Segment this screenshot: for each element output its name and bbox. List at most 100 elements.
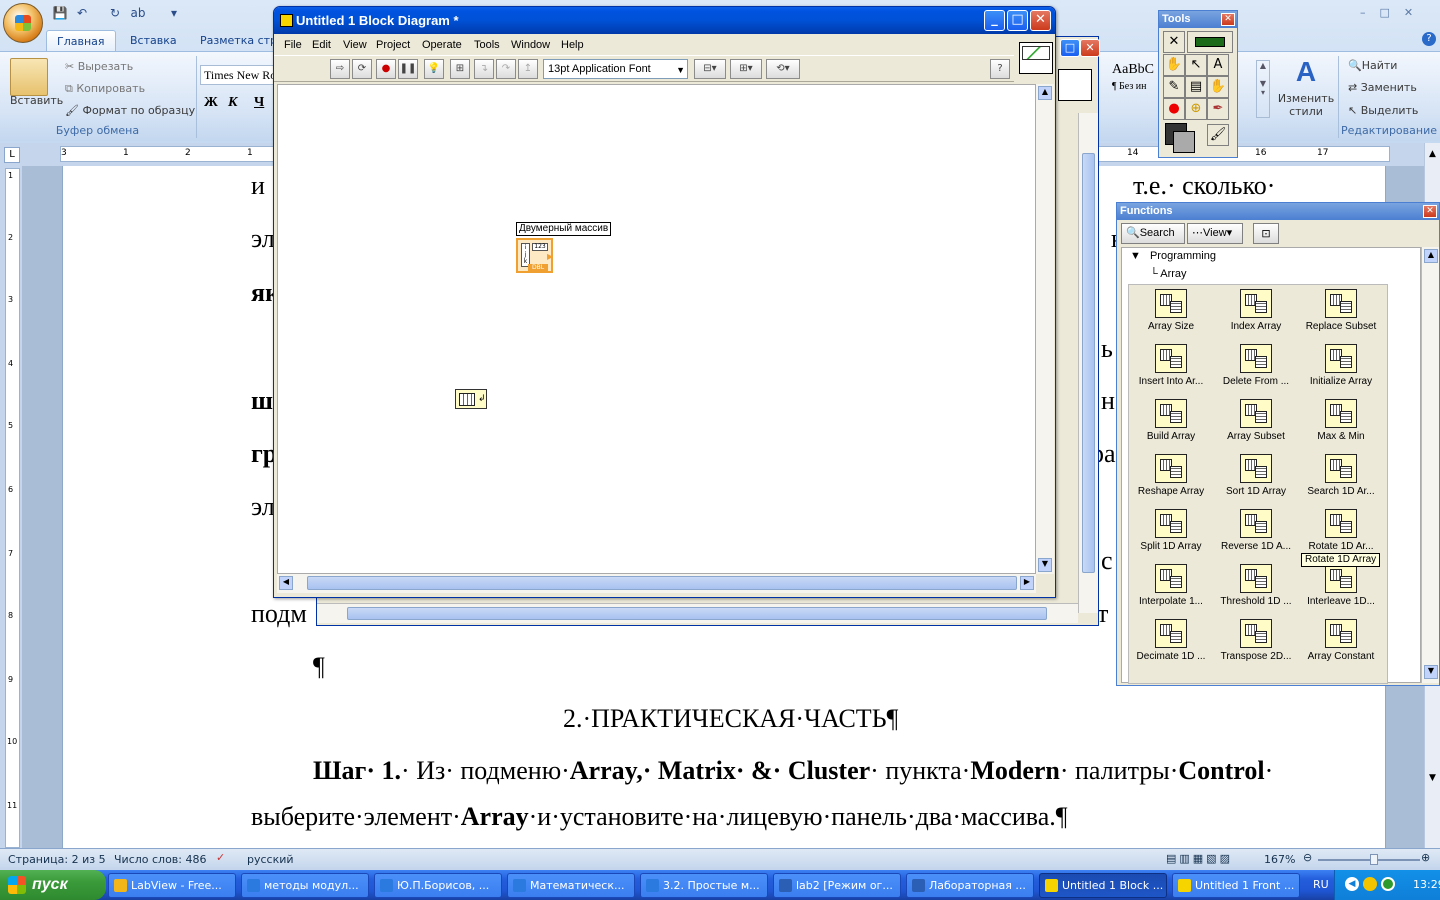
align-objects-icon[interactable]: ⊟▾: [694, 59, 726, 79]
function-item[interactable]: Search 1D Ar...: [1299, 450, 1383, 505]
scroll-thumb[interactable]: [307, 576, 1017, 590]
function-item[interactable]: Array Constant: [1299, 615, 1383, 670]
scroll-up-icon[interactable]: ▲: [1426, 149, 1439, 163]
tree-array[interactable]: └ Array: [1150, 268, 1187, 280]
function-item[interactable]: Array Size: [1129, 285, 1213, 340]
wiring-tool-icon[interactable]: ✎: [1163, 76, 1185, 98]
zoom-thumb[interactable]: [1370, 854, 1378, 865]
function-item[interactable]: Interpolate 1...: [1129, 560, 1213, 615]
function-item[interactable]: Insert Into Ar...: [1129, 340, 1213, 395]
undo-icon[interactable]: ↶: [74, 5, 90, 21]
probe-icon[interactable]: ⊕: [1185, 98, 1207, 120]
menu-edit[interactable]: Edit: [308, 35, 335, 55]
function-item[interactable]: Reverse 1D A...: [1214, 505, 1298, 560]
save-icon[interactable]: 💾: [52, 5, 68, 21]
function-item[interactable]: Build Array: [1129, 395, 1213, 450]
font-name-box[interactable]: Times New Ro: [200, 65, 276, 85]
close-icon[interactable]: ✕: [1080, 39, 1100, 57]
clock[interactable]: 13:29: [1413, 878, 1440, 891]
scroll-up-icon[interactable]: ▲: [1038, 86, 1052, 100]
maximize-icon[interactable]: □: [1060, 39, 1080, 57]
language-indicator[interactable]: RU: [1313, 878, 1329, 891]
array-terminal[interactable]: ijk 123 DBL ▶: [516, 238, 553, 273]
view-button[interactable]: ⋯View▾: [1187, 223, 1243, 244]
zoom-level[interactable]: 167%: [1264, 853, 1295, 866]
function-item[interactable]: Transpose 2D...: [1214, 615, 1298, 670]
front-panel-hscroll[interactable]: [317, 603, 1078, 623]
minimize-button[interactable]: _: [984, 10, 1005, 31]
page-count[interactable]: Страница: 2 из 5: [8, 853, 106, 866]
maximize-button[interactable]: □: [1007, 10, 1028, 31]
auto-select-indicator[interactable]: [1187, 31, 1233, 53]
function-item[interactable]: Split 1D Array: [1129, 505, 1213, 560]
tab-home[interactable]: Главная: [46, 30, 116, 52]
word-count[interactable]: Число слов: 486: [114, 853, 207, 866]
zoom-out-icon[interactable]: ⊖: [1303, 851, 1312, 864]
function-item[interactable]: Max & Min: [1299, 395, 1383, 450]
function-item[interactable]: Index Array: [1214, 285, 1298, 340]
function-item[interactable]: Array Subset: [1214, 395, 1298, 450]
menu-tools[interactable]: Tools: [470, 35, 504, 55]
select-button[interactable]: ↖ Выделить: [1348, 104, 1418, 117]
taskbar-button[interactable]: методы модул...: [241, 873, 369, 898]
run-arrow-icon[interactable]: ⇨: [330, 59, 350, 79]
block-diagram-window[interactable]: Untitled 1 Block Diagram * _ □ ✕ File Ed…: [273, 6, 1056, 598]
highlight-execution-icon[interactable]: 💡: [424, 59, 444, 79]
redo-icon[interactable]: ↻: [107, 5, 123, 21]
scroll-thumb[interactable]: [1082, 153, 1095, 573]
search-button[interactable]: 🔍Search: [1121, 223, 1185, 244]
scroll-thumb[interactable]: [347, 607, 1047, 620]
scroll-right-icon[interactable]: ▶: [1020, 576, 1034, 590]
functions-palette[interactable]: Functions ✕ 🔍Search ⋯View▾ ⊡ ▼ Programmi…: [1116, 202, 1440, 686]
window-titlebar[interactable]: Untitled 1 Block Diagram *: [274, 7, 1055, 34]
scroll-down-icon[interactable]: ▼: [1424, 665, 1438, 679]
scroll-down-icon[interactable]: ▼: [1038, 558, 1052, 572]
tab-insert[interactable]: Вставка: [120, 30, 187, 52]
pause-icon[interactable]: ❚❚: [398, 59, 418, 79]
taskbar-button[interactable]: Математическ...: [507, 873, 635, 898]
function-item[interactable]: Threshold 1D ...: [1214, 560, 1298, 615]
node-label[interactable]: Двумерный массив: [516, 222, 612, 236]
diagram-vscroll[interactable]: ▲ ▼: [1036, 84, 1054, 574]
style-normal[interactable]: AaBbC ¶ Без ин: [1112, 62, 1162, 112]
scroll-up-icon[interactable]: ▲: [1424, 249, 1438, 263]
background-color-swatch[interactable]: [1173, 131, 1195, 153]
reorder-icon[interactable]: ⟲▾: [766, 59, 800, 79]
taskbar-button[interactable]: 3.2. Простые м...: [640, 873, 768, 898]
function-item[interactable]: Rotate 1D Ar...: [1299, 505, 1383, 560]
vi-icon[interactable]: [1058, 69, 1092, 101]
step-into-icon[interactable]: ↴: [474, 59, 494, 79]
front-panel-vscroll[interactable]: [1078, 113, 1098, 613]
paste-button[interactable]: Вставить: [10, 94, 63, 107]
functions-titlebar[interactable]: Functions: [1117, 203, 1439, 220]
operate-hand-icon[interactable]: ✋: [1163, 54, 1185, 76]
close-button[interactable]: ✕: [1030, 10, 1051, 31]
tree-programming[interactable]: ▼ Programming: [1130, 250, 1216, 262]
retain-wire-values-icon[interactable]: ⊞: [450, 59, 470, 79]
distribute-objects-icon[interactable]: ⊞▾: [730, 59, 762, 79]
run-continuously-icon[interactable]: ⟳: [352, 59, 372, 79]
scroll-hand-icon[interactable]: ✋: [1207, 76, 1229, 98]
function-item[interactable]: Initialize Array: [1299, 340, 1383, 395]
underline-button[interactable]: Ч: [254, 95, 264, 111]
auto-tool-icon[interactable]: ✕: [1163, 31, 1185, 53]
italic-button[interactable]: К: [228, 95, 238, 111]
menu-project[interactable]: Project: [372, 35, 414, 55]
function-item[interactable]: Sort 1D Array: [1214, 450, 1298, 505]
taskbar-button[interactable]: Untitled 1 Block ...: [1039, 873, 1167, 898]
menu-window[interactable]: Window: [507, 35, 554, 55]
breakpoint-icon[interactable]: ●: [1163, 98, 1185, 120]
function-item[interactable]: Replace Subset: [1299, 285, 1383, 340]
help-icon[interactable]: ?: [1422, 32, 1436, 46]
vi-icon[interactable]: [1019, 42, 1053, 74]
text-tool-icon[interactable]: A: [1207, 54, 1229, 76]
replace-button[interactable]: ⇄ Заменить: [1348, 81, 1417, 94]
menu-file[interactable]: File: [280, 35, 306, 55]
abort-icon[interactable]: ●: [376, 59, 396, 79]
function-item[interactable]: Decimate 1D ...: [1129, 615, 1213, 670]
menu-help[interactable]: Help: [557, 35, 588, 55]
change-styles-button[interactable]: A Изменить стили: [1276, 56, 1336, 120]
tools-palette[interactable]: Tools ✕ ✕ ✋ ↖ A ✎ ▤ ✋ ● ⊕ ✒ 🖌: [1158, 10, 1238, 158]
office-button[interactable]: [3, 3, 43, 43]
taskbar-button[interactable]: Ю.П.Борисов, ...: [374, 873, 502, 898]
